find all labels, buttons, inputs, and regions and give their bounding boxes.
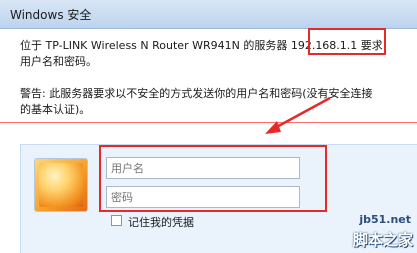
annotation-arrow-icon (265, 96, 331, 134)
auth-dialog: Windows 安全 位于 TP-LINK Wireless N Router … (0, 0, 417, 253)
remember-label: 记住我的凭据 (128, 216, 194, 229)
user-avatar (34, 158, 88, 212)
watermark-site: jb51.net (359, 213, 411, 226)
dialog-title: Windows 安全 (10, 8, 92, 22)
server-message-line2: 用户名和密码。 (20, 55, 97, 68)
username-input[interactable] (106, 157, 300, 179)
title-bar: Windows 安全 (0, 0, 417, 29)
warning-message-line2: 的基本认证)。 (20, 103, 91, 116)
watermark-brand: 脚本之家 (352, 231, 413, 249)
annotation-divider-line (0, 122, 417, 123)
password-input[interactable] (106, 186, 300, 208)
remember-checkbox[interactable] (111, 215, 122, 226)
server-message-line1: 位于 TP-LINK Wireless N Router WR941N 的服务器… (20, 39, 383, 52)
avatar-flower-icon (39, 163, 83, 207)
